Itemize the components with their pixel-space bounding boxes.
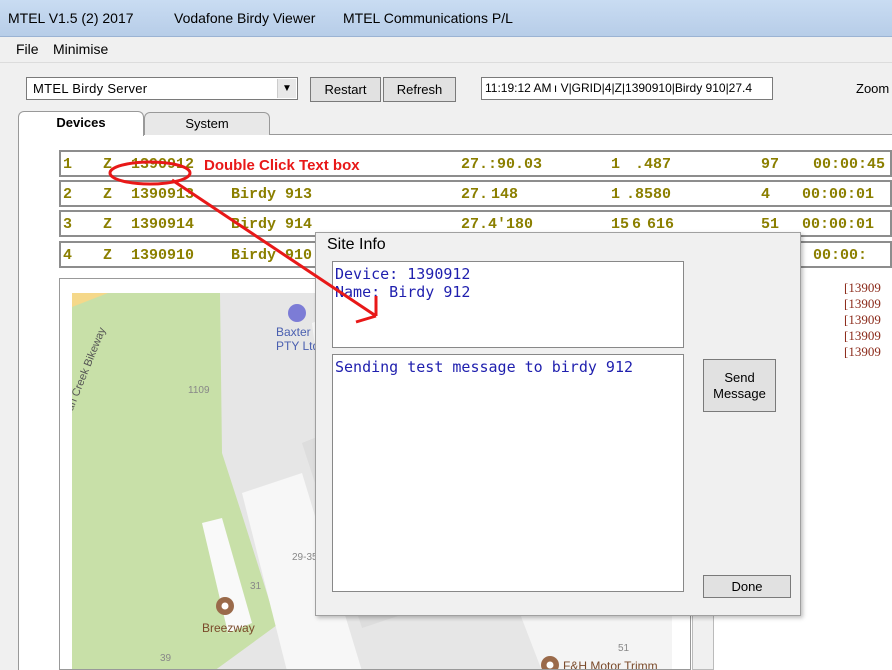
device-time: 00:00:: [813, 247, 868, 264]
map-label-pty: PTY Ltd: [276, 339, 320, 353]
log-line: [13909: [844, 280, 881, 295]
device-num: 4: [63, 247, 73, 264]
map-label-breezeway: Breezway: [202, 621, 255, 635]
server-select-value: MTEL Birdy Server: [33, 81, 148, 96]
site-info-box[interactable]: Device: 1390912 Name: Birdy 912: [332, 261, 684, 348]
map-label-baxter: Baxter: [276, 325, 311, 339]
annotation-label: Double Click Text box: [202, 157, 362, 174]
map-label-39: 39: [160, 653, 172, 664]
device-name: Birdy 910: [231, 247, 313, 264]
device-lon: 1 .487: [611, 156, 672, 173]
zoom-label: Zoom: [856, 81, 890, 96]
device-id: 1390912: [131, 156, 195, 173]
device-zone: Z: [103, 186, 113, 203]
name-line: Name: Birdy 912: [335, 283, 471, 301]
status-field[interactable]: 11:19:12 AM ı V|GRID|4|Z|1390910|Birdy 9…: [481, 77, 773, 100]
log-line: [13909: [844, 328, 881, 343]
device-val: 51: [761, 216, 780, 233]
message-label: Message: [713, 386, 766, 401]
device-id: 1390910: [131, 247, 195, 264]
restart-button[interactable]: Restart: [310, 77, 381, 102]
app-title: MTEL V1.5 (2) 2017: [8, 10, 134, 26]
device-lon: 15 6 616: [611, 216, 675, 233]
device-time: 00:00:45: [813, 156, 886, 173]
device-val: 4: [761, 186, 771, 203]
menu-divider: [0, 62, 892, 63]
device-num: 3: [63, 216, 73, 233]
map-label-2935: 29-35: [292, 552, 318, 563]
map-label-1109: 1109: [188, 385, 210, 396]
log-line: [13909: [844, 296, 881, 311]
device-num: 1: [63, 156, 73, 173]
tab-system[interactable]: System: [144, 112, 270, 135]
chevron-down-icon[interactable]: ▼: [277, 79, 296, 98]
device-time: 00:00:01: [802, 216, 875, 233]
device-val: 97: [761, 156, 780, 173]
menu-minimise[interactable]: Minimise: [53, 41, 108, 57]
device-row[interactable]: 1 Z 1390912 27.:90.03 1 .487 97 00:00:45: [59, 150, 892, 177]
log-line: [13909: [844, 344, 881, 359]
map-label-31: 31: [250, 581, 262, 592]
device-id: 1390914: [131, 216, 195, 233]
send-message-button[interactable]: Send Message: [703, 359, 776, 412]
device-zone: Z: [103, 216, 113, 233]
tab-devices[interactable]: Devices: [18, 111, 144, 136]
dialog-title: Site Info: [327, 236, 386, 253]
device-lat: 27.:90.03: [461, 156, 543, 173]
log-line: [13909: [844, 312, 881, 327]
device-row[interactable]: 2 Z 1390913 Birdy 913 27. 148 1 .8580 4 …: [59, 180, 892, 207]
message-text: Sending test message to birdy 912: [335, 358, 634, 376]
device-name: Birdy 913: [231, 186, 313, 203]
map-label-51: 51: [618, 643, 630, 654]
device-num: 2: [63, 186, 73, 203]
device-zone: Z: [103, 156, 113, 173]
company-title: MTEL Communications P/L: [343, 10, 513, 26]
title-bar: MTEL V1.5 (2) 2017 Vodafone Birdy Viewer…: [0, 0, 892, 37]
device-line: Device: 1390912: [335, 265, 471, 283]
map-label-motor: F&H Motor Trimm: [563, 659, 658, 670]
device-zone: Z: [103, 247, 113, 264]
server-select[interactable]: MTEL Birdy Server ▼: [26, 77, 298, 100]
device-time: 00:00:01: [802, 186, 875, 203]
device-lat: 27.4'180: [461, 216, 534, 233]
device-id: 1390913: [131, 186, 195, 203]
viewer-title: Vodafone Birdy Viewer: [174, 10, 316, 26]
message-textbox[interactable]: Sending test message to birdy 912: [332, 354, 684, 592]
refresh-button[interactable]: Refresh: [383, 77, 456, 102]
menu-file[interactable]: File: [16, 41, 39, 57]
site-info-dialog: Site Info Device: 1390912 Name: Birdy 91…: [315, 232, 801, 616]
device-name: Birdy 914: [231, 216, 313, 233]
device-lat: 27. 148: [461, 186, 519, 203]
send-label: Send: [724, 370, 755, 385]
menu-bar: File Minimise: [0, 37, 892, 61]
done-button[interactable]: Done: [703, 575, 791, 598]
device-lon: 1 .8580: [611, 186, 672, 203]
shop-pin-icon[interactable]: [288, 304, 306, 322]
